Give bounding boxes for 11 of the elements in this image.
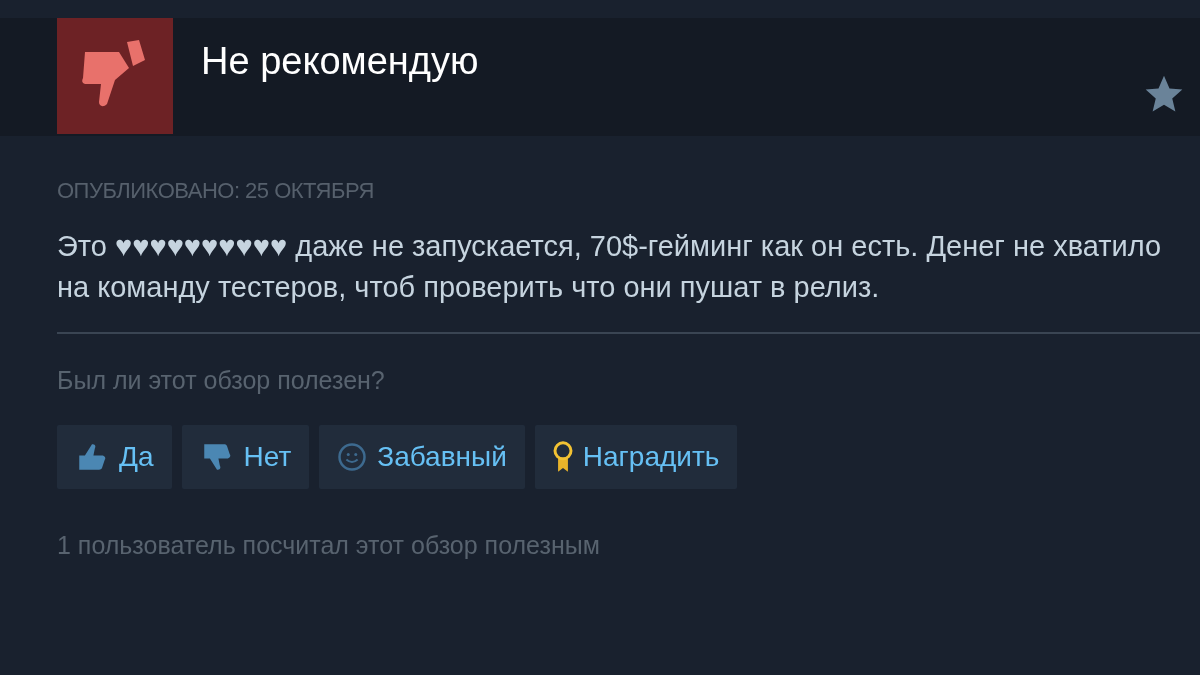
- award-icon: [552, 441, 573, 473]
- funny-button[interactable]: Забавный: [319, 425, 525, 489]
- award-button[interactable]: Наградить: [534, 425, 738, 489]
- review-verdict: Не рекомендую: [201, 40, 480, 83]
- smiley-icon: [337, 442, 368, 472]
- review-text: Это ♥♥♥♥♥♥♥♥♥♥ даже не запускается, 70$-гейминг как он есть. Денег не хватило на команду тестеров, чтоб проверить что они пушат в релиз.: [57, 229, 1163, 305]
- no-button[interactable]: Нет: [181, 425, 310, 489]
- posted-date: ОПУБЛИКОВАНО: 25 ОКТЯБРЯ: [57, 178, 375, 204]
- helpful-count: 1 пользователь посчитал этот обзор полезным: [57, 531, 601, 560]
- helpful-question: Был ли этот обзор полезен?: [57, 366, 386, 395]
- yes-button[interactable]: Да: [57, 425, 172, 489]
